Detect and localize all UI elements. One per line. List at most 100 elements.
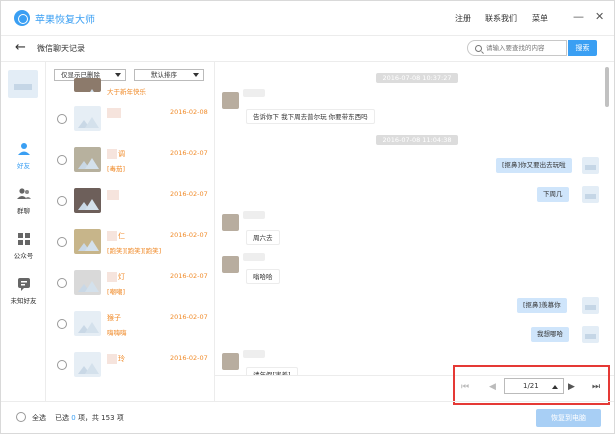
list-item[interactable]: 玲 2016-02-07 — [46, 346, 214, 387]
contact-date: 2016-02-07 — [170, 231, 208, 239]
unknown-friend-icon — [1, 277, 46, 293]
group-icon — [1, 187, 46, 203]
contact-radio[interactable] — [57, 196, 67, 206]
message-bubble: 请年假[害羞] — [246, 367, 298, 375]
contact-date: 2016-02-08 — [170, 108, 208, 116]
contact-date: 2016-02-07 — [170, 354, 208, 362]
contact-avatar — [74, 106, 101, 131]
close-button[interactable]: ✕ — [595, 10, 604, 23]
search-button[interactable]: 搜索 — [568, 40, 597, 56]
pager-highlight-frame — [453, 365, 610, 405]
menu-link[interactable]: 菜单 — [532, 13, 548, 24]
list-item[interactable]: 2016-02-08 — [46, 100, 214, 141]
contact-name: 玲 — [118, 355, 125, 363]
contact-date: 2016-02-07 — [170, 149, 208, 157]
sidebar-item-label: 群聊 — [17, 207, 30, 215]
sidebar-item-label: 公众号 — [13, 252, 34, 260]
sidebar: 好友 群聊 公众号 未知好友 — [1, 61, 46, 401]
contact-last-message: 大于新年快乐 — [107, 88, 146, 96]
selection-summary: 已选 0 项，共 153 项 — [55, 413, 124, 423]
restore-to-computer-button[interactable]: 恢复到电脑 — [536, 409, 601, 427]
minimize-button[interactable]: — — [573, 10, 584, 23]
back-arrow-icon[interactable]: ← — [15, 40, 26, 55]
blurred-name — [107, 149, 117, 159]
contact-name: 猴子 — [107, 314, 121, 322]
list-item[interactable]: 2016-02-07 — [46, 182, 214, 223]
blurred-name — [107, 231, 117, 241]
contact-list-pane: 仅显示已删除 默认排序 大于新年快乐 2016-02-08 调 2016-02-… — [46, 61, 215, 401]
message-bubble: 告诉你下 我下周去普尔玩 你要带东西吗 — [246, 109, 375, 124]
contact-date: 2016-02-07 — [170, 190, 208, 198]
select-all-label[interactable]: 全选 — [32, 413, 46, 423]
contact-chat-avatar — [222, 256, 239, 273]
contact-radio[interactable] — [57, 319, 67, 329]
list-item[interactable]: 大于新年快乐 — [46, 76, 214, 96]
nav-bar: ← 微信聊天记录 搜索 — [1, 35, 614, 61]
contact-avatar — [74, 147, 101, 172]
contact-avatar — [74, 270, 101, 295]
contact-us-link[interactable]: 联系我们 — [485, 13, 517, 24]
contact-date: 2016-02-07 — [170, 313, 208, 321]
app-logo-icon — [14, 10, 30, 26]
contact-last-message: 嗨嗨嗨 — [107, 329, 127, 337]
app-window: 苹果恢复大师 注册 联系我们 菜单 — ✕ ← 微信聊天记录 搜索 好友 群聊 — [0, 0, 615, 434]
contact-name: 灯 — [118, 273, 125, 281]
chat-pane: 2016-07-08 10:37:27 告诉你下 我下周去普尔玩 你要带东西吗 … — [215, 61, 614, 375]
contact-avatar — [74, 352, 101, 377]
search-icon — [475, 45, 482, 52]
selected-count: 0 — [71, 414, 76, 422]
user-avatar — [8, 70, 38, 98]
my-chat-avatar — [582, 297, 599, 314]
page-title: 微信聊天记录 — [37, 44, 85, 53]
contact-radio[interactable] — [57, 114, 67, 124]
contact-radio[interactable] — [57, 155, 67, 165]
contact-radio[interactable] — [57, 278, 67, 288]
selected-prefix: 已选 — [55, 414, 69, 422]
selected-mid: 项，共 — [77, 414, 99, 422]
total-count: 153 — [101, 414, 115, 422]
blurred-name — [107, 190, 119, 200]
my-chat-avatar — [582, 186, 599, 203]
contact-name: 调 — [118, 150, 125, 158]
select-all-radio[interactable] — [16, 412, 26, 422]
contact-chat-avatar — [222, 353, 239, 370]
contact-name: 仁 — [118, 232, 125, 240]
contact-avatar — [74, 78, 101, 92]
message-bubble: 我想哪哈 — [531, 327, 569, 342]
list-item[interactable]: 猴子 2016-02-07 嗨嗨嗨 — [46, 305, 214, 346]
message-bubble: 嗡哈哈 — [246, 269, 280, 284]
my-chat-avatar — [582, 326, 599, 343]
list-item[interactable]: 仁 2016-02-07 [跑笑][跑笑][跑笑] — [46, 223, 214, 264]
contact-chat-avatar — [222, 214, 239, 231]
message-bubble: [抠鼻]你又要出去玩啦 — [496, 158, 572, 173]
contact-last-message: [毒茄] — [107, 165, 126, 173]
register-link[interactable]: 注册 — [455, 13, 471, 24]
contact-avatar — [74, 311, 101, 336]
search-input[interactable] — [486, 44, 566, 52]
sidebar-item-official-accounts[interactable]: 公众号 — [1, 232, 46, 260]
contact-date: 2016-02-07 — [170, 272, 208, 280]
blurred-sender-name — [243, 253, 265, 261]
footer-bar: 全选 已选 0 项，共 153 项 恢复到电脑 — [1, 401, 614, 433]
blurred-sender-name — [243, 89, 265, 97]
contact-radio[interactable] — [57, 237, 67, 247]
list-item[interactable]: 灯 2016-02-07 [嘲嘲] — [46, 264, 214, 305]
sidebar-item-friends[interactable]: 好友 — [1, 142, 46, 170]
selected-suffix: 项 — [116, 414, 124, 422]
blurred-name — [107, 272, 117, 282]
contact-radio[interactable] — [57, 360, 67, 370]
sidebar-item-unknown-friends[interactable]: 未知好友 — [1, 277, 46, 305]
contact-last-message: [嘲嘲] — [107, 288, 126, 296]
blurred-sender-name — [243, 350, 265, 358]
contact-last-message: [跑笑][跑笑][跑笑] — [107, 247, 162, 255]
search-box[interactable] — [467, 40, 567, 56]
contact-chat-avatar — [222, 92, 239, 109]
list-item[interactable]: 调 2016-02-07 [毒茄] — [46, 141, 214, 182]
chat-timestamp: 2016-07-08 10:37:27 — [376, 73, 458, 83]
title-bar: 苹果恢复大师 注册 联系我们 菜单 — ✕ — [1, 1, 614, 35]
sidebar-item-groups[interactable]: 群聊 — [1, 187, 46, 215]
chat-scrollbar[interactable] — [605, 67, 609, 107]
message-bubble: [抠鼻]羡慕你 — [517, 298, 567, 313]
blurred-sender-name — [243, 211, 265, 219]
grid-icon — [1, 232, 46, 248]
